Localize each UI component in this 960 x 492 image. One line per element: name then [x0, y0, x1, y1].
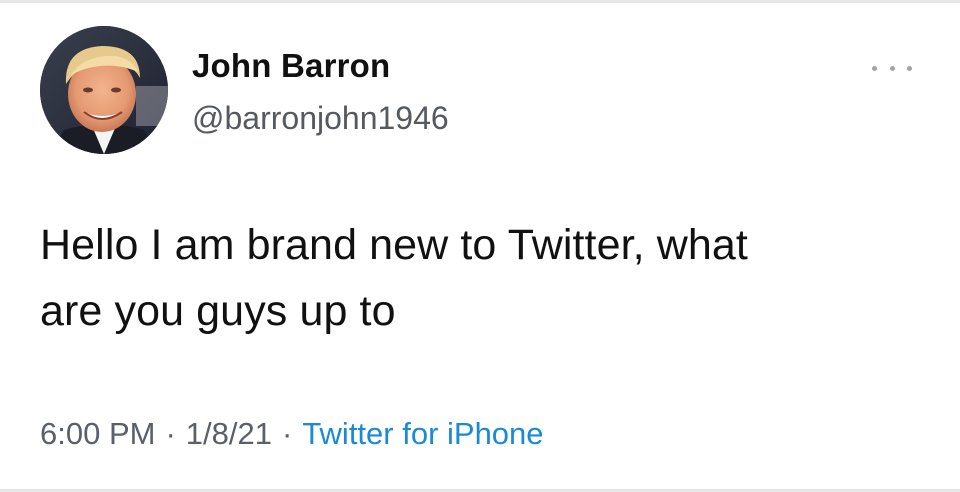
tweet-card: John Barron @barronjohn1946 Hello I am b…: [0, 0, 960, 492]
author-names: John Barron @barronjohn1946: [192, 46, 449, 138]
dot: [907, 65, 912, 71]
tweet-header: John Barron @barronjohn1946: [40, 26, 920, 156]
tweet-time[interactable]: 6:00 PM: [40, 416, 155, 451]
avatar-photo-icon: [40, 26, 168, 154]
tweet-meta: 6:00 PM · 1/8/21 · Twitter for iPhone: [40, 412, 544, 456]
more-horizontal-icon[interactable]: [872, 58, 912, 78]
display-name[interactable]: John Barron: [192, 46, 449, 86]
tweet-source-link[interactable]: Twitter for iPhone: [302, 416, 543, 451]
dot: [872, 65, 877, 71]
user-handle[interactable]: @barronjohn1946: [192, 98, 449, 138]
dot: [889, 65, 895, 71]
tweet-text: Hello I am brand new to Twitter, what ar…: [40, 212, 920, 344]
tweet-text-line: are you guys up to: [40, 287, 396, 335]
meta-separator: ·: [165, 416, 176, 451]
tweet-text-line: Hello I am brand new to Twitter, what: [40, 221, 748, 269]
meta-separator: ·: [281, 416, 293, 451]
avatar[interactable]: [40, 26, 168, 154]
top-divider: [0, 0, 960, 3]
tweet-date[interactable]: 1/8/21: [186, 416, 272, 451]
